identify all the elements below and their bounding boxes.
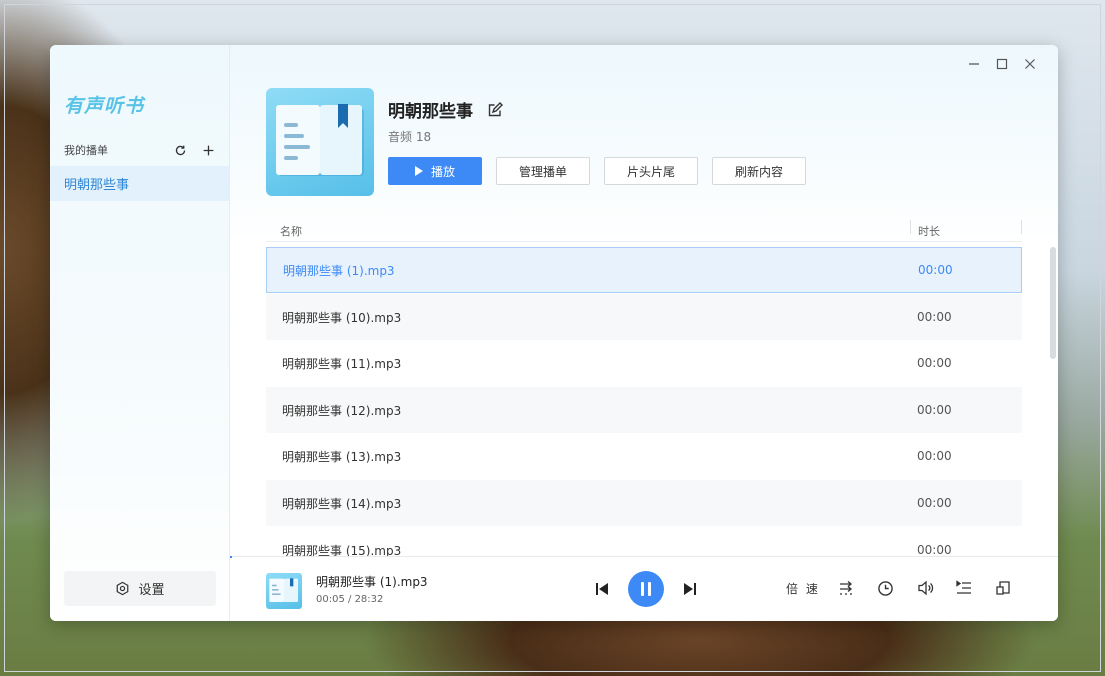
track-duration: 00:00 (917, 310, 952, 324)
playlist-section-label: 我的播单 (64, 144, 108, 157)
sleep-timer-icon[interactable] (875, 577, 897, 599)
player-options: 倍 速 (786, 577, 1031, 599)
next-track-icon[interactable] (678, 577, 702, 601)
play-button-label: 播放 (430, 164, 455, 179)
app-logo: 有声听书 (64, 95, 145, 117)
track-name: 明朝那些事 (12).mp3 (282, 403, 402, 418)
minimize-icon[interactable] (960, 55, 988, 73)
play-button[interactable]: 播放 (388, 157, 482, 185)
track-duration: 00:00 (917, 496, 952, 510)
table-row[interactable]: 明朝那些事 (1).mp3 00:00 (266, 247, 1022, 293)
table-row[interactable]: 明朝那些事 (14).mp3 00:00 (266, 480, 1022, 526)
app-window: 有声听书 我的播单 明朝那些事 设置 明朝那些事 音频 18 播放 管理播单 片… (50, 45, 1058, 621)
audio-count: 音频 18 (388, 130, 432, 144)
track-duration: 00:00 (917, 449, 952, 463)
table-row[interactable]: 明朝那些事 (11).mp3 00:00 (266, 340, 1022, 386)
settings-button[interactable]: 设置 (64, 571, 216, 606)
playlist-section-header: 我的播单 (64, 142, 216, 158)
column-divider (1021, 220, 1022, 234)
column-header-name[interactable]: 名称 (280, 223, 302, 239)
column-divider (910, 220, 911, 234)
action-bar: 播放 管理播单 片头片尾 刷新内容 (388, 157, 820, 185)
main-panel: 明朝那些事 音频 18 播放 管理播单 片头片尾 刷新内容 名称 时长 明朝那些… (230, 45, 1058, 621)
mini-mode-icon[interactable] (992, 577, 1014, 599)
time-separator: / (344, 594, 355, 605)
sidebar: 有声听书 我的播单 明朝那些事 设置 (50, 45, 230, 621)
table-row[interactable]: 明朝那些事 (13).mp3 00:00 (266, 433, 1022, 479)
refresh-content-button[interactable]: 刷新内容 (712, 157, 806, 185)
pause-icon-bar (641, 582, 644, 596)
track-duration: 00:00 (917, 403, 952, 417)
now-playing-title: 明朝那些事 (1).mp3 (316, 575, 428, 589)
track-name: 明朝那些事 (13).mp3 (282, 449, 402, 464)
track-duration: 00:00 (917, 543, 952, 556)
column-header-duration[interactable]: 时长 (918, 223, 940, 239)
table-row[interactable]: 明朝那些事 (15).mp3 00:00 (266, 527, 1022, 556)
book-cover-icon (276, 104, 364, 176)
add-playlist-icon[interactable] (200, 142, 216, 158)
maximize-icon[interactable] (988, 55, 1016, 73)
track-duration: 00:00 (917, 356, 952, 370)
table-row[interactable]: 明朝那些事 (10).mp3 00:00 (266, 294, 1022, 340)
settings-icon (117, 581, 129, 596)
playback-time: 00:05 / 28:32 (316, 594, 383, 605)
manage-playlist-button[interactable]: 管理播单 (496, 157, 590, 185)
settings-label: 设置 (138, 583, 165, 598)
book-cover (266, 88, 374, 196)
playback-speed-button[interactable]: 倍 速 (786, 580, 820, 597)
sidebar-item-label: 明朝那些事 (64, 178, 130, 193)
playback-progress[interactable] (230, 556, 233, 558)
list-scrollbar[interactable] (1050, 247, 1056, 359)
pause-button[interactable] (628, 571, 664, 607)
book-title-text: 明朝那些事 (388, 102, 473, 122)
track-name: 明朝那些事 (14).mp3 (282, 496, 402, 511)
track-duration: 00:00 (918, 263, 953, 277)
window-controls (960, 55, 1044, 73)
track-name: 明朝那些事 (10).mp3 (282, 310, 402, 325)
transport-controls (590, 571, 702, 607)
sidebar-item-playlist[interactable]: 明朝那些事 (50, 166, 229, 201)
play-icon (414, 166, 423, 176)
play-order-icon[interactable] (836, 577, 858, 599)
previous-track-icon[interactable] (590, 577, 614, 601)
track-name: 明朝那些事 (1).mp3 (283, 263, 395, 278)
playlist-queue-icon[interactable] (953, 577, 975, 599)
edit-icon[interactable] (487, 101, 503, 118)
book-title: 明朝那些事 (388, 97, 503, 122)
volume-icon[interactable] (914, 577, 936, 599)
track-list: 明朝那些事 (1).mp3 00:00 明朝那些事 (10).mp3 00:00… (266, 247, 1022, 556)
total-time: 28:32 (354, 594, 384, 605)
elapsed-time: 00:05 (316, 594, 345, 605)
now-playing-cover (266, 573, 302, 609)
intro-outro-button[interactable]: 片头片尾 (604, 157, 698, 185)
close-icon[interactable] (1016, 55, 1044, 73)
refresh-icon[interactable] (172, 142, 188, 158)
pause-icon-bar (648, 582, 651, 596)
track-name: 明朝那些事 (15).mp3 (282, 543, 402, 557)
player-bar: 明朝那些事 (1).mp3 00:05 / 28:32 倍 速 (230, 556, 1058, 621)
track-name: 明朝那些事 (11).mp3 (282, 356, 402, 371)
table-header: 名称 时长 (266, 220, 1022, 242)
table-row[interactable]: 明朝那些事 (12).mp3 00:00 (266, 387, 1022, 433)
